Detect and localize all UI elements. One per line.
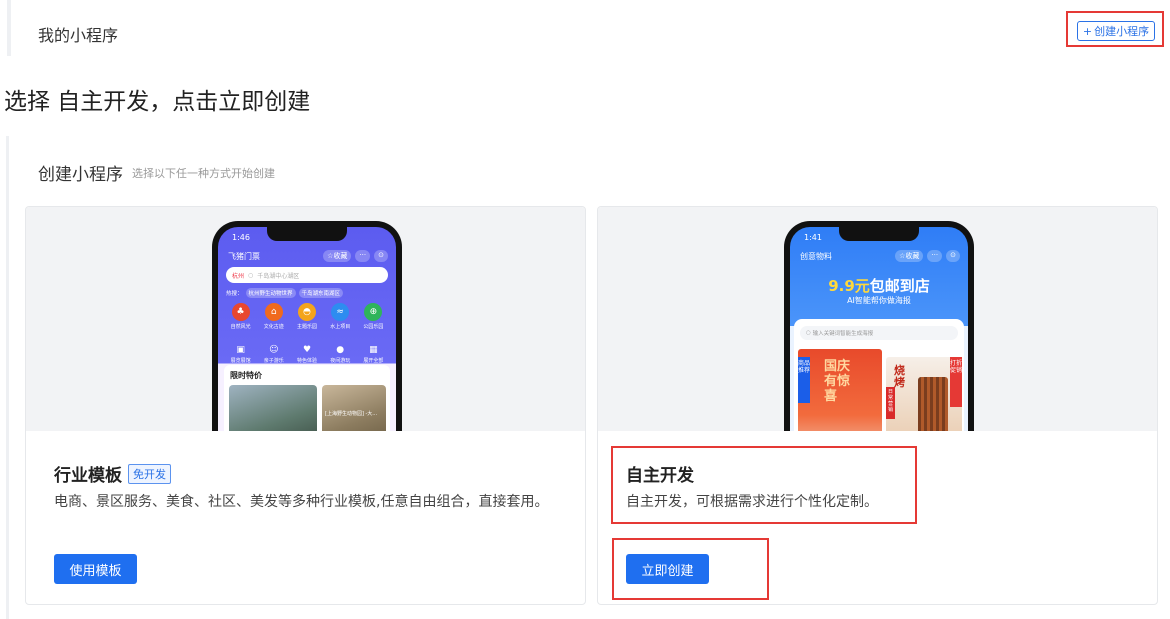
self-dev-preview: 1:41 创意物料 ☆收藏 ··· ⊙ 9.9元包邮到店 AI智能帮你做海报 ○… xyxy=(598,207,1157,431)
use-template-button[interactable]: 使用模板 xyxy=(54,554,137,584)
page-title: 我的小程序 xyxy=(38,26,119,45)
category-item: ≈ 水上项目 xyxy=(324,303,357,330)
card-title: 自主开发 xyxy=(626,466,694,486)
phone-app-title: 飞猪门票 xyxy=(228,252,260,261)
panel-subtitle: 选择以下任一种方式开始创建 xyxy=(132,167,275,180)
free-dev-badge: 免开发 xyxy=(128,463,171,484)
plus-icon: + xyxy=(1082,24,1093,38)
poster-side-label: 打折促销 xyxy=(950,357,962,407)
create-now-button[interactable]: 立即创建 xyxy=(626,554,709,584)
museum-icon: ▣ xyxy=(236,345,245,355)
card-industry-template[interactable]: 1:46 飞猪门票 ☆收藏 ··· ⊙ 杭州 ○ 千岛湖中心湖区 热搜： 杭州野… xyxy=(25,206,586,605)
scenery-image xyxy=(229,385,317,431)
promo-subline: AI智能帮你做海报 xyxy=(847,296,911,305)
card-description: 电商、景区服务、美食、社区、美发等多种行业模板,任意自由组合，直接套用。 xyxy=(54,494,549,510)
zoo-image: [上海野生动物园] -大... xyxy=(322,385,386,431)
phone-notch xyxy=(839,227,919,241)
grid-icon: ▦ xyxy=(369,345,378,355)
category-item: ♥ 特色体验 xyxy=(296,345,317,364)
phone-screen: 1:46 飞猪门票 ☆收藏 ··· ⊙ 杭州 ○ 千岛湖中心湖区 热搜： 杭州野… xyxy=(218,227,396,431)
phone-screen: 1:41 创意物料 ☆收藏 ··· ⊙ 9.9元包邮到店 AI智能帮你做海报 ○… xyxy=(790,227,968,431)
category-grid-secondary: ▣ 展览展馆 ☺ 亲子游乐 ♥ 特色体验 ● 夜间游玩 ▦ 展开全部 xyxy=(224,344,390,364)
panel-accent-line xyxy=(6,136,9,619)
category-grid: ♣ 自然风光 ⌂ 文化古迹 ◓ 主题乐园 ≈ 水上项目 ⊕ 公园乐园 xyxy=(224,303,390,330)
temple-icon: ⌂ xyxy=(264,303,283,321)
category-item: ⊕ 公园乐园 xyxy=(357,303,390,330)
poster-national-day: 商品推荐 国庆有惊喜 xyxy=(798,349,882,431)
more-icon: ··· xyxy=(355,250,371,262)
poster-bbq: 日常营销 烧烤 打折促销 xyxy=(886,357,962,431)
deal-title: 限时特价 xyxy=(230,371,262,380)
category-item: ▦ 展开全部 xyxy=(363,345,384,364)
template-preview: 1:46 飞猪门票 ☆收藏 ··· ⊙ 杭州 ○ 千岛湖中心湖区 热搜： 杭州野… xyxy=(26,207,585,431)
category-item: ⌂ 文化古迹 xyxy=(257,303,290,330)
hot-tag: 千岛湖东南湖区 xyxy=(298,288,344,298)
poster-side-label: 商品推荐 xyxy=(798,357,810,403)
close-circle-icon: ⊙ xyxy=(946,250,960,262)
bulb-icon: ● xyxy=(336,345,345,355)
poster-headline: 国庆有惊喜 xyxy=(824,359,851,404)
category-item: ☺ 亲子游乐 xyxy=(263,345,284,364)
city-selector: 杭州 xyxy=(232,272,245,280)
poster-tag: 日常营销 xyxy=(886,387,895,419)
skewer-image xyxy=(918,377,948,431)
phone-search-bar: 杭州 ○ 千岛湖中心湖区 xyxy=(226,267,388,283)
hot-label: 热搜： xyxy=(226,291,243,297)
phone-time: 1:41 xyxy=(804,233,822,242)
category-item: ▣ 展览展馆 xyxy=(230,345,251,364)
create-button-label: 创建小程序 xyxy=(1094,25,1150,38)
ride-icon: ◓ xyxy=(297,303,316,321)
park-icon: ⊕ xyxy=(364,303,383,321)
highlight-box-create-button: + 创建小程序 xyxy=(1066,11,1164,47)
promo-text: 包邮到店 xyxy=(869,277,930,295)
category-item: ♣ 自然风光 xyxy=(224,303,257,330)
heart-icon: ♥ xyxy=(302,345,312,355)
hot-tag: 杭州野生动物世界 xyxy=(245,288,296,298)
panel-title: 创建小程序 xyxy=(38,165,123,185)
card-self-development[interactable]: 1:41 创意物料 ☆收藏 ··· ⊙ 9.9元包邮到店 AI智能帮你做海报 ○… xyxy=(597,206,1158,605)
favorite-icon: ☆收藏 xyxy=(895,250,924,262)
top-bar: 我的小程序 + 创建小程序 xyxy=(0,0,1170,66)
card-description: 自主开发，可根据需求进行个性化定制。 xyxy=(626,494,878,510)
phone-mockup: 1:41 创意物料 ☆收藏 ··· ⊙ 9.9元包邮到店 AI智能帮你做海报 ○… xyxy=(784,221,974,431)
search-placeholder: 千岛湖中心湖区 xyxy=(257,272,300,280)
close-circle-icon: ⊙ xyxy=(374,250,388,262)
more-icon: ··· xyxy=(927,250,943,262)
deal-section: 限时特价 [上海野生动物园] -大... xyxy=(224,365,390,431)
water-icon: ≈ xyxy=(331,303,350,321)
instruction-text: 选择 自主开发，点击立即创建 xyxy=(4,89,311,115)
favorite-icon: ☆收藏 xyxy=(323,250,352,262)
poster-headline: 烧烤 xyxy=(894,364,905,389)
hot-search: 热搜： 杭州野生动物世界 千岛湖东南湖区 xyxy=(226,288,344,298)
poster-search-input: ○ 输入关键词智能生成海报 xyxy=(800,326,958,340)
phone-actions: ☆收藏 ··· ⊙ xyxy=(895,250,960,262)
phone-time: 1:46 xyxy=(232,233,250,242)
create-miniprogram-button[interactable]: + 创建小程序 xyxy=(1077,21,1155,41)
promo-price: 9.9元 xyxy=(828,277,870,295)
phone-notch xyxy=(267,227,347,241)
phone-mockup: 1:46 飞猪门票 ☆收藏 ··· ⊙ 杭州 ○ 千岛湖中心湖区 热搜： 杭州野… xyxy=(212,221,402,431)
category-item: ◓ 主题乐园 xyxy=(290,303,323,330)
card-title: 行业模板 免开发 xyxy=(54,461,171,486)
category-item: ● 夜间游玩 xyxy=(330,345,351,364)
poster-area: ○ 输入关键词智能生成海报 商品推荐 国庆有惊喜 日常营销 烧烤 打折促销 xyxy=(794,319,964,431)
phone-app-title: 创意物料 xyxy=(800,252,832,261)
section-accent-line xyxy=(7,0,11,56)
kids-icon: ☺ xyxy=(269,345,279,355)
search-icon: ○ xyxy=(248,271,254,279)
phone-actions: ☆收藏 ··· ⊙ xyxy=(323,250,388,262)
tree-icon: ♣ xyxy=(231,303,250,321)
promo-headline: 9.9元包邮到店 xyxy=(790,275,968,296)
